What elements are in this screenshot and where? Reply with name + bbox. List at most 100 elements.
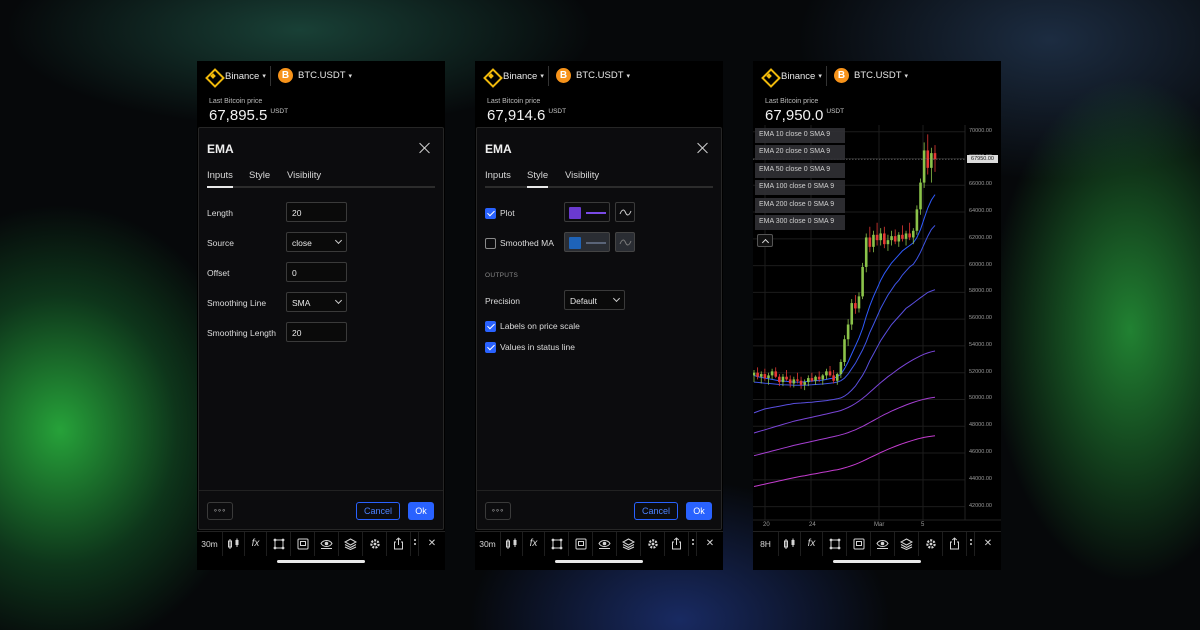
candle-body [792, 379, 796, 384]
plot-label: Plot [500, 208, 515, 218]
chevron-down-icon [334, 236, 343, 245]
smoothing-length-input[interactable]: 20 [286, 322, 347, 342]
time-axis-label: 24 [809, 522, 816, 528]
more-dots-button[interactable] [967, 531, 975, 556]
candle-body [883, 233, 886, 245]
candle-body [835, 374, 839, 381]
candles-button[interactable] [501, 531, 523, 556]
exchange-selector[interactable]: Binance ▾ [761, 68, 822, 84]
measure-button[interactable] [267, 531, 291, 556]
gear-button[interactable] [919, 531, 943, 556]
candle-body [770, 371, 774, 376]
gear-button[interactable] [641, 531, 665, 556]
tab-inputs[interactable]: Inputs [485, 170, 511, 188]
pair-selector[interactable]: B BTC.USDT ▾ [834, 68, 908, 83]
layers-icon [622, 537, 635, 550]
legend-item[interactable]: EMA 50 close 0 SMA 9 [755, 162, 845, 178]
share-button[interactable] [665, 531, 689, 556]
exchange-selector[interactable]: Binance ▾ [483, 68, 544, 84]
smoothed-ma-color-picker[interactable] [564, 232, 610, 252]
collapse-legend-button[interactable] [757, 234, 773, 247]
divider [826, 66, 827, 86]
share-icon [950, 537, 959, 550]
compare-icon [297, 538, 308, 549]
indicators-button[interactable]: fx [523, 531, 545, 556]
smoothed-ma-checkbox[interactable] [485, 238, 496, 249]
ok-button[interactable]: Ok [408, 502, 434, 520]
close-icon[interactable] [419, 142, 431, 154]
legend-item[interactable]: EMA 20 close 0 SMA 9 [755, 145, 845, 161]
length-input[interactable]: 20 [286, 202, 347, 222]
pair-selector[interactable]: B BTC.USDT ▾ [278, 68, 352, 83]
cancel-button[interactable]: Cancel [634, 502, 678, 520]
precision-select[interactable]: Default [564, 290, 625, 310]
candle-body [799, 380, 803, 385]
close-icon[interactable] [697, 142, 709, 154]
interval-selector[interactable]: 30m [197, 531, 223, 556]
interval-selector[interactable]: 8H [753, 531, 779, 556]
close-toolbar-button[interactable]: ✕ [697, 532, 723, 556]
candles-button[interactable] [779, 531, 801, 556]
candles-button[interactable] [223, 531, 245, 556]
top-bar: Binance ▾ B BTC.USDT ▾ [475, 61, 723, 91]
price-value: 67,950.0 [765, 107, 824, 124]
outputs-caption: OUTPUTS [485, 272, 519, 279]
chevron-down-icon [334, 296, 343, 305]
layers-button[interactable] [339, 531, 363, 556]
compare-button[interactable] [847, 531, 871, 556]
tab-style[interactable]: Style [527, 170, 549, 188]
layers-button[interactable] [617, 531, 641, 556]
tab-inputs[interactable]: Inputs [207, 170, 233, 188]
legend-item[interactable]: EMA 300 close 0 SMA 9 [755, 215, 845, 230]
legend-item[interactable]: EMA 100 close 0 SMA 9 [755, 180, 845, 196]
eye-button[interactable] [871, 531, 895, 556]
gear-button[interactable] [363, 531, 387, 556]
share-button[interactable] [943, 531, 967, 556]
price-axis-label: 60000.00 [969, 261, 992, 268]
labels-on-price-scale-checkbox[interactable] [485, 321, 496, 332]
source-label: Source [207, 238, 234, 248]
bottom-toolbar: 30m fx ✕ [475, 531, 723, 556]
more-options-button[interactable]: ◦◦◦ [485, 502, 511, 520]
pair-selector[interactable]: B BTC.USDT ▾ [556, 68, 630, 83]
indicators-button[interactable]: fx [245, 531, 267, 556]
plot-color-picker[interactable] [564, 202, 610, 222]
plot-checkbox[interactable] [485, 208, 496, 219]
cancel-button[interactable]: Cancel [356, 502, 400, 520]
tab-style[interactable]: Style [249, 170, 270, 188]
layers-button[interactable] [895, 531, 919, 556]
eye-button[interactable] [315, 531, 339, 556]
compare-button[interactable] [569, 531, 593, 556]
top-bar: Binance ▾ B BTC.USDT ▾ [753, 61, 1001, 91]
tab-visibility[interactable]: Visibility [287, 170, 321, 188]
candle-body [897, 234, 901, 242]
smoothed-ma-line-style-button[interactable] [615, 232, 635, 252]
legend-item[interactable]: EMA 10 close 0 SMA 9 [755, 128, 845, 143]
source-select[interactable]: close [286, 232, 347, 252]
indicators-button[interactable]: fx [801, 531, 823, 556]
share-button[interactable] [387, 531, 411, 556]
measure-button[interactable] [545, 531, 569, 556]
tab-visibility[interactable]: Visibility [565, 170, 599, 188]
ok-button[interactable]: Ok [686, 502, 712, 520]
values-in-status-line-checkbox[interactable] [485, 342, 496, 353]
offset-input[interactable]: 0 [286, 262, 347, 282]
candle-body [904, 233, 908, 239]
interval-selector[interactable]: 30m [475, 531, 501, 556]
smoothing-line-select[interactable]: SMA [286, 292, 347, 312]
plot-line-style-button[interactable] [615, 202, 635, 222]
candle-body [911, 230, 915, 238]
close-toolbar-button[interactable]: ✕ [419, 532, 445, 556]
compare-button[interactable] [291, 531, 315, 556]
eye-button[interactable] [593, 531, 617, 556]
more-dots-button[interactable] [689, 531, 697, 556]
measure-button[interactable] [823, 531, 847, 556]
exchange-selector[interactable]: Binance ▾ [205, 68, 266, 84]
close-toolbar-button[interactable]: ✕ [975, 532, 1001, 556]
length-value: 20 [292, 208, 302, 218]
candle-body [933, 153, 937, 160]
legend-item[interactable]: EMA 200 close 0 SMA 9 [755, 197, 845, 213]
price-axis-label: 62000.00 [969, 234, 992, 241]
more-dots-button[interactable] [411, 531, 419, 556]
more-options-button[interactable]: ◦◦◦ [207, 502, 233, 520]
